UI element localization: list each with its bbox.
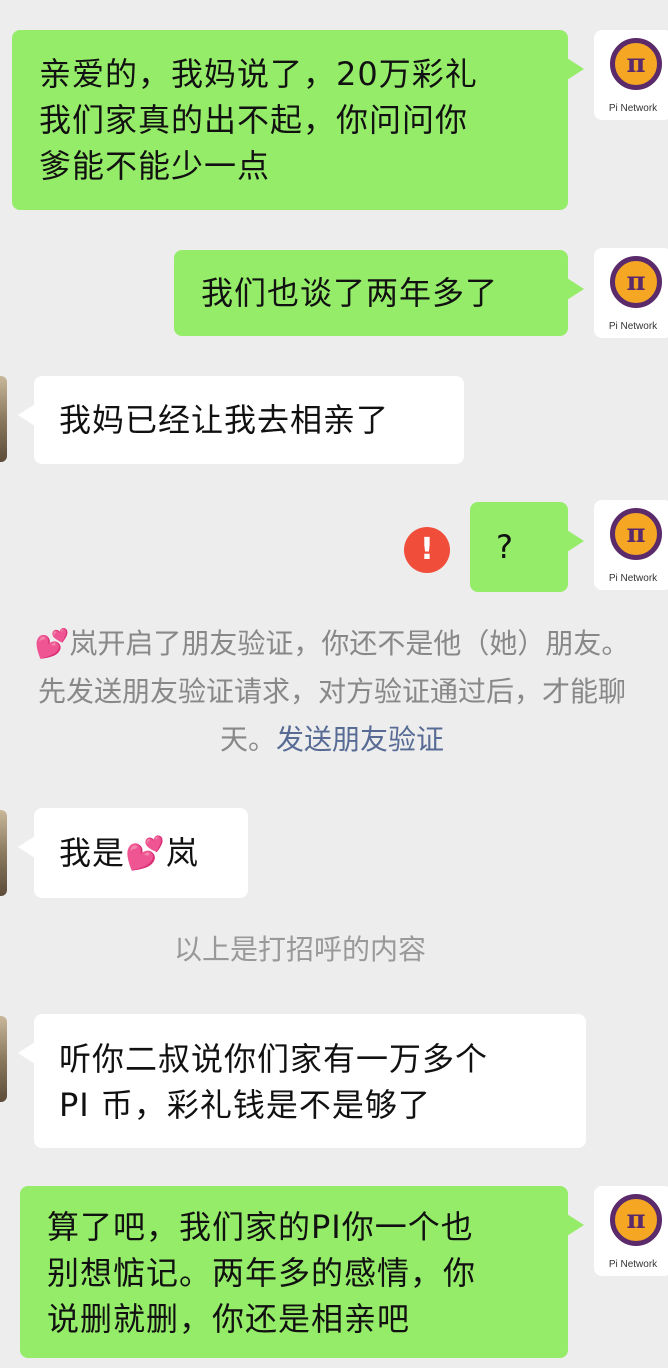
two-hearts-emoji: 💕 — [125, 834, 166, 872]
self-avatar[interactable]: π Pi Network — [594, 500, 668, 590]
send-verification-link[interactable]: 发送朋友验证 — [276, 723, 444, 756]
self-avatar[interactable]: π Pi Network — [594, 1186, 668, 1276]
message-bubble-outgoing[interactable]: 我们也谈了两年多了 — [174, 250, 584, 336]
chat-history: 亲爱的，我妈说了，20万彩礼 我们家真的出不起，你问问你 爹能不能少一点 π P… — [0, 0, 668, 1368]
message-bubble-outgoing[interactable]: 算了吧，我们家的PI你一个也 别想惦记。两年多的感情，你 说删就删，你还是相亲吧 — [20, 1186, 584, 1358]
message-line: 我妈已经让我去相亲了 — [59, 401, 390, 439]
avatar-caption: Pi Network — [608, 1259, 658, 1270]
message-text: 岚 — [165, 834, 199, 872]
message-line: 我是💕岚 — [59, 830, 248, 876]
message-line: 亲爱的，我妈说了，20万彩礼 — [39, 55, 478, 93]
message-line: 别想惦记。两年多的感情，你 — [47, 1254, 477, 1292]
friend-verification-notice: 💕岚开启了朋友验证，你还不是他（她）朋友。 先发送朋友验证请求，对方验证通过后，… — [0, 620, 668, 764]
message-text: 我是 — [59, 834, 126, 872]
greeting-divider: 以上是打招呼的内容 — [173, 933, 426, 966]
pi-network-logo-icon: π — [610, 38, 662, 90]
message-bubble-outgoing[interactable]: ? — [470, 502, 584, 592]
pi-network-logo-icon: π — [610, 1194, 662, 1246]
notice-line: 天。发送朋友验证 — [0, 716, 668, 764]
notice-text: 天。 — [219, 723, 276, 756]
message-bubble-outgoing[interactable]: 亲爱的，我妈说了，20万彩礼 我们家真的出不起，你问问你 爹能不能少一点 — [12, 30, 584, 210]
message-line: 我们也谈了两年多了 — [201, 274, 499, 312]
contact-avatar[interactable] — [0, 810, 7, 896]
notice-line: 先发送朋友验证请求，对方验证通过后，才能聊 — [37, 675, 626, 708]
message-bubble-incoming[interactable]: 听你二叔说你们家有一万多个 PI 币，彩礼钱是不是够了 — [18, 1014, 586, 1148]
message-line: 听你二叔说你们家有一万多个 — [59, 1040, 489, 1078]
avatar-caption: Pi Network — [608, 321, 658, 332]
self-avatar[interactable]: π Pi Network — [594, 30, 668, 120]
pi-network-logo-icon: π — [610, 256, 662, 308]
contact-avatar[interactable] — [0, 1016, 7, 1102]
avatar-caption: Pi Network — [608, 103, 658, 114]
message-line: PI 币，彩礼钱是不是够了 — [59, 1086, 431, 1124]
message-line: 爹能不能少一点 — [39, 147, 271, 185]
notice-line: 💕岚开启了朋友验证，你还不是他（她）朋友。 — [34, 627, 630, 660]
self-avatar[interactable]: π Pi Network — [594, 248, 668, 338]
pi-network-logo-icon: π — [610, 508, 662, 560]
message-line: 我们家真的出不起，你问问你 — [39, 101, 469, 139]
message-line: 算了吧，我们家的PI你一个也 — [47, 1208, 474, 1246]
message-line: 说删就删，你还是相亲吧 — [47, 1300, 411, 1338]
message-bubble-incoming[interactable]: 我妈已经让我去相亲了 — [18, 376, 464, 464]
message-bubble-incoming[interactable]: 我是💕岚 — [18, 808, 248, 898]
contact-avatar[interactable] — [0, 376, 7, 462]
message-line: ? — [496, 528, 514, 566]
exclamation-circle-icon[interactable]: ! — [404, 527, 450, 573]
avatar-caption: Pi Network — [608, 573, 658, 584]
